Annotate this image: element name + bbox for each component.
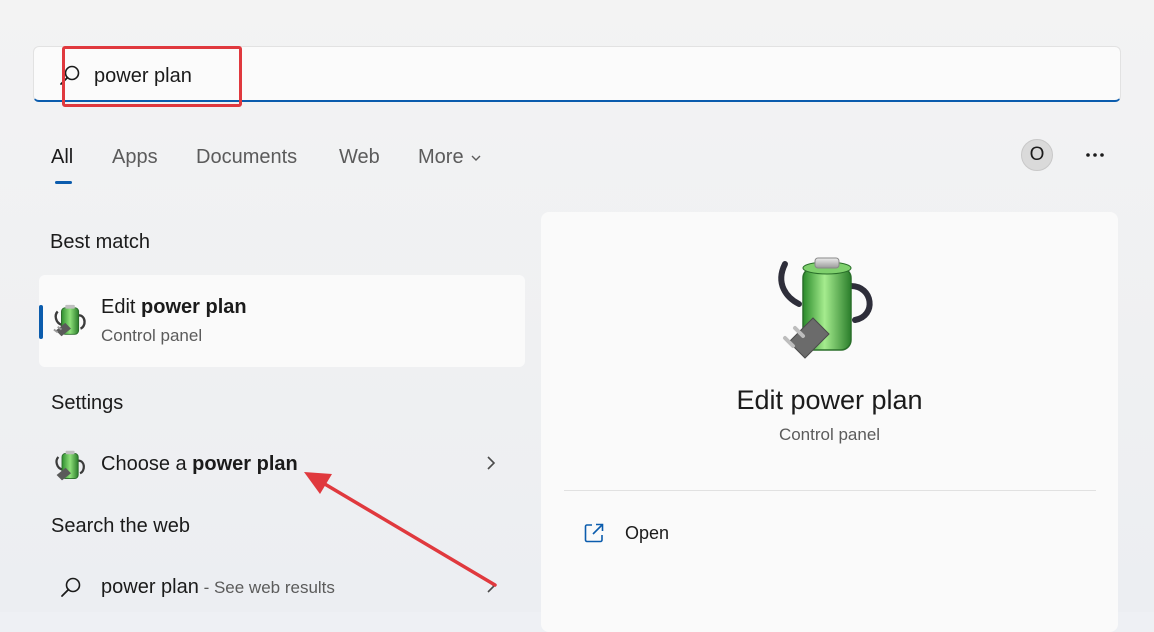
account-avatar[interactable]: O [1021,139,1053,171]
tab-web[interactable]: Web [339,146,380,169]
settings-result-prefix: Choose a [101,453,193,475]
settings-result-bold: power plan [192,453,298,475]
chevron-right-icon [487,456,496,470]
section-search-web: Search the web [51,515,190,537]
detail-panel: Edit power plan Control panel Open [541,212,1118,632]
best-match-title: Edit power plan [101,296,247,319]
tab-documents[interactable]: Documents [196,146,297,169]
section-best-match: Best match [50,231,151,253]
tab-more[interactable]: More [418,146,482,169]
power-plan-icon [778,257,873,359]
search-icon [61,577,81,597]
divider [564,490,1096,491]
open-action[interactable]: Open [625,523,669,544]
settings-result-label: Choose a power plan [101,453,298,476]
web-result-label: power plan - See web results [101,576,335,599]
power-plan-icon [53,304,86,337]
tab-more-label: More [418,146,464,168]
chevron-right-icon [487,579,496,593]
best-match-result[interactable]: Edit power plan Control panel [39,275,525,367]
tab-all[interactable]: All [51,146,73,169]
best-match-subtitle: Control panel [101,326,203,345]
web-result[interactable]: power plan - See web results [39,563,525,611]
best-match-title-prefix: Edit [101,296,142,318]
more-options-icon[interactable] [1083,143,1107,167]
best-match-title-bold: power plan [141,296,247,318]
section-settings: Settings [51,392,124,414]
web-result-suffix: - See web results [198,578,335,597]
open-external-icon[interactable] [583,522,605,544]
settings-result[interactable]: Choose a power plan [39,440,525,488]
detail-subtitle: Control panel [778,425,881,444]
active-tab-indicator [55,181,72,184]
power-plan-icon [55,450,85,481]
annotation-highlight-box [62,46,242,107]
chevron-down-icon [471,155,481,161]
web-result-query: power plan [101,576,199,598]
detail-title: Edit power plan [736,385,923,415]
selection-indicator [39,305,43,339]
tab-apps[interactable]: Apps [112,146,158,169]
